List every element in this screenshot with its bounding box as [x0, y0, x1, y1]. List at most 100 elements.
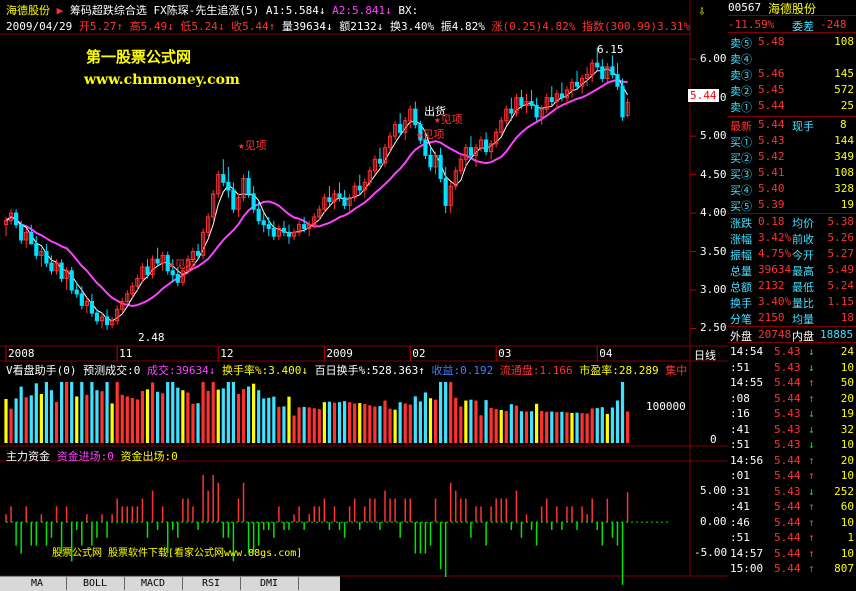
volume-bar — [216, 389, 220, 443]
ma-line — [5, 68, 629, 322]
ma-polyline — [5, 78, 628, 307]
buy-row: 买① 5.43 144 — [730, 134, 854, 149]
hundred-day-turnover: 百日换手%:528.363 — [314, 364, 419, 377]
volume-bar — [494, 409, 498, 443]
annotation-peak: ★见项 — [434, 113, 463, 126]
candle-body — [14, 212, 19, 226]
volume-bar — [120, 394, 124, 443]
candle-body — [327, 197, 332, 203]
buy-row: 买② 5.42 349 — [730, 150, 854, 165]
volume-bar — [610, 407, 615, 443]
volume-bar — [70, 382, 74, 443]
volume-bar — [24, 397, 28, 443]
volume-bar — [398, 402, 402, 443]
volume-bar — [191, 403, 195, 443]
fund-watermark: 股票公式网 股票软件下载[看家公式网www.88gs.com] — [52, 548, 303, 559]
candle-body — [74, 289, 79, 295]
volume-bar — [479, 415, 483, 443]
candle-body — [246, 177, 251, 195]
volume-bar — [241, 389, 246, 443]
volume-bar — [353, 403, 357, 443]
quote-panel: 00567 海德股份 -11.59% 委差 -248 卖⑤ 5.48 108 卖④ 卖③… — [728, 0, 856, 590]
fund-tick-zero: 0.00 — [700, 515, 727, 528]
price-tick: 2.50 — [700, 321, 727, 335]
candle-body — [534, 104, 539, 118]
volume-bar — [529, 411, 534, 443]
candle-body — [398, 124, 403, 133]
candle-body — [615, 74, 620, 87]
stat-row: 涨幅 3.42% 前收 5.26 — [730, 231, 854, 246]
candle-body — [226, 181, 231, 191]
fund-outflow: 资金出场:0 — [120, 450, 178, 463]
volume-bars — [4, 382, 630, 443]
x-label: 02 — [412, 347, 426, 360]
volume-bar — [282, 406, 286, 443]
volume-bar — [504, 410, 508, 443]
tab-macd[interactable]: MACD — [124, 577, 183, 590]
volume-bar — [555, 412, 559, 443]
candle-body — [413, 108, 418, 126]
order-diff-label: 委差 — [792, 20, 814, 33]
concentration: 集中 — [665, 364, 688, 377]
x-label: 04 — [599, 347, 613, 360]
volume-bar — [307, 407, 311, 443]
volume-bar — [231, 382, 236, 443]
volume-bar — [277, 406, 281, 443]
volume-bar — [150, 382, 155, 443]
volume-bar — [206, 390, 210, 443]
volume-bar — [236, 393, 241, 443]
volume-bar — [59, 382, 64, 443]
volume-tick-zero: 0 — [710, 433, 717, 446]
volume-bar — [595, 408, 599, 443]
tab-rsi[interactable]: RSI — [182, 577, 241, 590]
volume-bar — [565, 412, 569, 443]
volume-bar — [550, 411, 554, 443]
volume-bar — [161, 393, 165, 443]
tick-row: :51 5.43 ↓ 10 — [730, 360, 854, 374]
tab-dmi[interactable]: DMI — [240, 577, 299, 590]
price-tick: 3.50 — [700, 244, 727, 258]
stat-row: 涨跌 0.18 均价 5.38 — [730, 215, 854, 230]
candle-body — [509, 108, 514, 114]
tab-boll[interactable]: BOLL — [66, 577, 125, 590]
kline-chart[interactable] — [0, 0, 728, 590]
volume-bar — [332, 402, 337, 443]
volume-bar — [459, 406, 463, 443]
volume-bar — [499, 410, 503, 443]
x-label: 2008 — [8, 347, 35, 360]
volume-bar — [302, 406, 306, 443]
tick-row: 14:56 5.44 ↑ 20 — [730, 453, 854, 467]
volume-bar — [125, 396, 129, 443]
volume-bar — [469, 399, 473, 443]
candlesticks — [3, 47, 630, 330]
volume-bar — [484, 400, 488, 443]
fund-tick-neg: -5.00 — [694, 546, 728, 559]
volume-bar — [524, 411, 529, 443]
x-label: 12 — [220, 347, 234, 360]
volume-bar — [65, 382, 69, 443]
lock-icon[interactable]: ⇩ — [698, 4, 706, 19]
tick-row: :51 5.44 ↑ 1 — [730, 531, 854, 544]
period-label[interactable]: 日线 — [694, 347, 716, 363]
price-tick: 4.50 — [700, 167, 727, 181]
volume-bar — [252, 383, 256, 443]
volume-bar — [9, 408, 13, 443]
stat-row: 换手 3.40% 量比 1.15 — [730, 295, 854, 310]
volume-bar — [145, 389, 150, 443]
volume-bar — [287, 396, 291, 443]
volume-bar — [262, 398, 266, 443]
volume-bar — [348, 402, 352, 443]
tick-row: 14:57 5.44 ↑ 10 — [730, 546, 854, 560]
candle-body — [610, 66, 615, 76]
tick-row: :31 5.43 ↓ 252 — [730, 484, 854, 498]
volume-bar — [44, 382, 49, 443]
price-tick: 3.00 — [700, 283, 727, 296]
candle-body — [79, 293, 84, 306]
float-shares: 流通盘:1.166 — [499, 364, 573, 377]
stat-row: 总额 2132 最低 5.24 — [730, 279, 854, 294]
volume-bar — [327, 401, 332, 443]
volume-bar — [600, 407, 604, 443]
candle-body — [34, 243, 39, 256]
volume-bar — [570, 412, 574, 443]
tab-ma[interactable]: MA — [8, 577, 67, 590]
